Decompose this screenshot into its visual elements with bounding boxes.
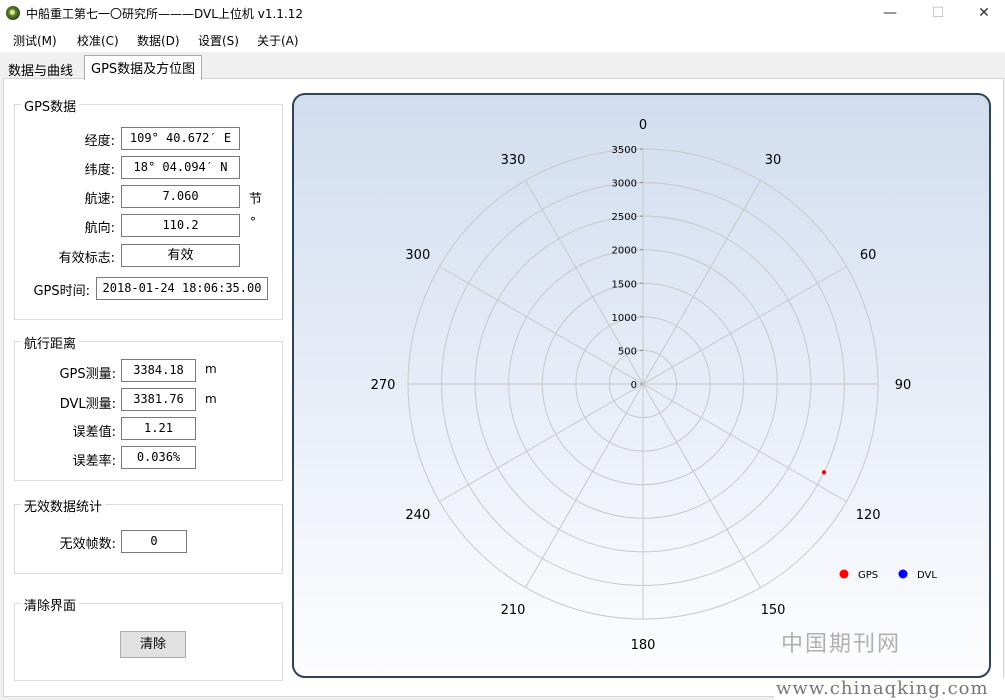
- heading-label: 航向:: [84, 221, 115, 236]
- tab-gps-bearing[interactable]: GPS数据及方位图: [84, 55, 203, 80]
- maximize-button[interactable]: ☐: [915, 0, 961, 27]
- legend-marker-dvl: [898, 569, 908, 579]
- gps-distance-field[interactable]: 3384.18: [121, 359, 196, 382]
- distance-group-title: 航行距离: [21, 333, 80, 352]
- polar-chart-svg: 0 30 60 90 120 150 180 210 240 270 300 330 0 500 1000 1…: [371, 118, 938, 653]
- tab-data-curve[interactable]: 数据与曲线: [2, 58, 80, 80]
- angle-tick-label: 240: [405, 508, 430, 523]
- angle-tick-label: 60: [860, 248, 877, 263]
- watermark-text: 中国期刊网: [780, 632, 901, 657]
- gps-distance-unit: m: [205, 362, 217, 376]
- menu-settings[interactable]: 设置(S): [198, 32, 239, 49]
- data-point-gps: [821, 470, 827, 475]
- dvl-distance-unit: m: [205, 392, 217, 406]
- speed-unit: 节: [249, 192, 263, 207]
- angular-grid-line: [642, 266, 847, 385]
- angle-tick-label: 180: [631, 638, 656, 653]
- menu-calibrate[interactable]: 校准(C): [77, 32, 119, 49]
- longitude-field[interactable]: 109° 40.672′ E: [121, 127, 240, 150]
- menu-about[interactable]: 关于(A): [257, 32, 299, 49]
- menu-test[interactable]: 测试(M): [13, 32, 57, 49]
- angular-grid-line: [642, 180, 761, 385]
- clear-button[interactable]: 清除: [120, 631, 186, 658]
- longitude-label: 经度:: [84, 134, 115, 149]
- gps-distance-label: GPS测量:: [59, 367, 116, 382]
- legend-label-dvl: DVL: [917, 570, 937, 581]
- angular-grid-line: [642, 383, 761, 588]
- valid-flag-label: 有效标志:: [58, 251, 115, 266]
- error-rate-field[interactable]: 0.036%: [121, 446, 196, 469]
- angle-tick-label: 0: [639, 118, 647, 133]
- radial-tick-label: 500: [618, 346, 637, 357]
- valid-flag-field[interactable]: 有效: [121, 244, 240, 267]
- latitude-label: 纬度:: [84, 163, 115, 178]
- invalid-frames-label: 无效帧数:: [59, 537, 116, 552]
- error-rate-label: 误差率:: [72, 454, 116, 469]
- app-icon: [6, 6, 20, 20]
- radial-tick-label: 3500: [612, 145, 637, 156]
- latitude-field[interactable]: 18° 04.094′ N: [121, 156, 240, 179]
- menu-data[interactable]: 数据(D): [137, 32, 180, 49]
- angular-grid-line: [439, 383, 644, 502]
- minimize-button[interactable]: —: [867, 0, 913, 27]
- angle-tick-label: 270: [371, 378, 396, 393]
- gps-time-label: GPS时间:: [33, 284, 90, 299]
- dvl-distance-field[interactable]: 3381.76: [121, 388, 196, 411]
- angle-tick-label: 330: [501, 153, 526, 168]
- polar-chart: 0 30 60 90 120 150 180 210 240 270 300 330 0 500 1000 1…: [292, 93, 991, 678]
- watermark-url: www.chinaqking.com: [774, 678, 1005, 700]
- tab-strip: 数据与曲线 GPS数据及方位图: [0, 52, 1005, 80]
- angular-grid-line: [642, 383, 847, 502]
- angle-tick-label: 120: [856, 508, 881, 523]
- gps-time-field[interactable]: 2018-01-24 18:06:35.00: [96, 277, 268, 300]
- close-button[interactable]: ✕: [961, 0, 1005, 27]
- angle-tick-label: 150: [761, 603, 786, 618]
- angle-tick-label: 90: [895, 378, 912, 393]
- legend-label-gps: GPS: [858, 570, 878, 581]
- radial-tick-label: 1000: [612, 313, 637, 324]
- window-title: 中船重工第七一〇研究所———DVL上位机 v1.1.12: [26, 7, 304, 21]
- heading-unit: °: [250, 215, 256, 229]
- angular-grid-line: [525, 383, 644, 588]
- radial-tick-label: 0: [631, 380, 637, 391]
- radial-tick-label: 2000: [612, 246, 637, 257]
- error-label: 误差值:: [72, 425, 116, 440]
- invalid-frames-field[interactable]: 0: [121, 530, 187, 553]
- menu-bar: 测试(M) 校准(C) 数据(D) 设置(S) 关于(A): [0, 27, 1005, 52]
- legend-marker-gps: [839, 569, 849, 579]
- heading-field[interactable]: 110.2: [121, 214, 240, 237]
- radial-tick-label: 3000: [612, 179, 637, 190]
- invalid-group-title: 无效数据统计: [21, 496, 106, 515]
- gps-group-title: GPS数据: [21, 96, 80, 115]
- radial-tick-label: 2500: [612, 212, 637, 223]
- angle-tick-label: 30: [765, 153, 782, 168]
- dvl-distance-label: DVL测量:: [59, 397, 116, 412]
- angle-tick-label: 210: [501, 603, 526, 618]
- radial-tick-label: 1500: [612, 279, 637, 290]
- error-field[interactable]: 1.21: [121, 417, 196, 440]
- angle-tick-label: 300: [405, 248, 430, 263]
- title-bar: 中船重工第七一〇研究所———DVL上位机 v1.1.12 — ☐ ✕: [0, 0, 1005, 27]
- speed-field[interactable]: 7.060: [121, 185, 240, 208]
- speed-label: 航速:: [84, 192, 115, 207]
- clear-group-title: 清除界面: [21, 595, 80, 614]
